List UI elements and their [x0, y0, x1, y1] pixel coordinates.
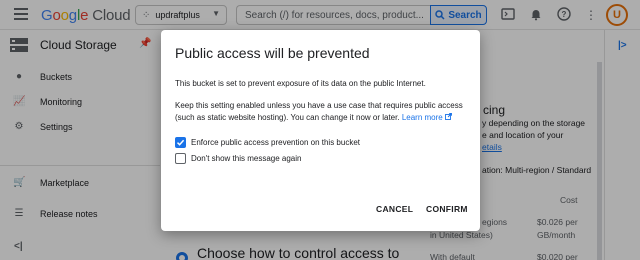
cancel-button[interactable]: CANCEL: [376, 204, 413, 214]
dialog-description: This bucket is set to prevent exposure o…: [175, 79, 426, 88]
enforce-prevention-checkbox[interactable]: [175, 136, 186, 148]
dont-show-checkbox[interactable]: [175, 152, 186, 164]
dont-show-checkbox-row[interactable]: Don't show this message again: [175, 152, 301, 164]
public-access-dialog: Public access will be prevented This buc…: [161, 30, 480, 231]
dont-show-label: Don't show this message again: [191, 153, 302, 163]
learn-more-link[interactable]: Learn more: [402, 113, 452, 122]
dialog-explanation: Keep this setting enabled unless you hav…: [175, 101, 463, 122]
confirm-button[interactable]: CONFIRM: [426, 204, 468, 214]
dialog-title: Public access will be prevented: [175, 45, 370, 61]
check-icon: [176, 139, 185, 146]
enforce-prevention-label: Enforce public access prevention on this…: [191, 137, 360, 147]
external-link-icon: [445, 113, 452, 120]
enforce-prevention-checkbox-row[interactable]: Enforce public access prevention on this…: [175, 136, 360, 148]
